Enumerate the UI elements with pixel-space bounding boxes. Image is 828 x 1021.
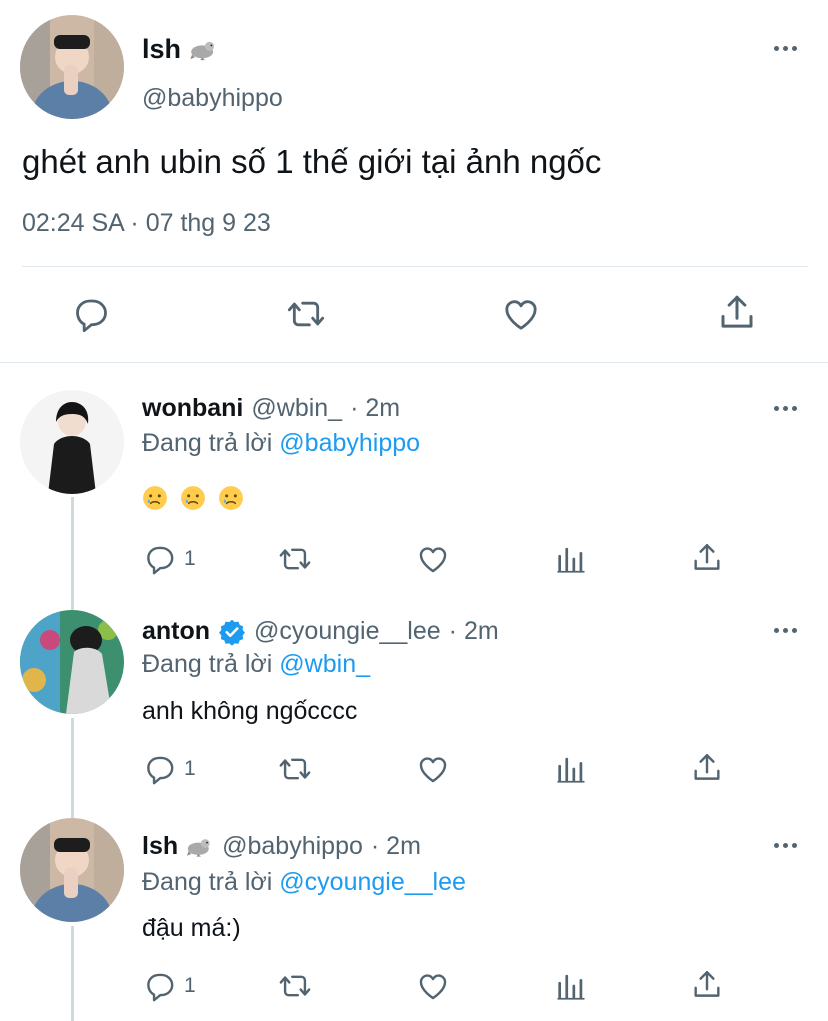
share-icon	[690, 968, 724, 1002]
like-button[interactable]	[415, 542, 451, 576]
replying-to-link[interactable]: @wbin_	[279, 650, 370, 678]
heart-icon	[500, 294, 542, 334]
heart-icon	[415, 752, 451, 786]
share-button[interactable]	[690, 541, 724, 575]
replying-to-link[interactable]: @cyoungie__lee	[279, 868, 466, 896]
retweet-icon	[284, 294, 328, 334]
avatar-main[interactable]	[20, 15, 124, 119]
view-stats-button[interactable]	[554, 752, 588, 786]
share-icon	[690, 751, 724, 785]
reply-3-author-name[interactable]: lsh	[142, 832, 178, 861]
reply-button[interactable]: 1	[142, 542, 196, 576]
reply-3-replying-to: Đang trả lời @cyoungie__lee	[142, 868, 466, 897]
divider	[22, 266, 808, 267]
replying-prefix: Đang trả lời	[142, 868, 273, 896]
reply-icon	[142, 542, 176, 576]
divider	[0, 362, 828, 363]
share-button[interactable]	[690, 751, 724, 785]
heart-icon	[415, 542, 451, 576]
main-author-handle[interactable]: @babyhippo	[142, 84, 283, 113]
reply-icon	[70, 294, 110, 334]
reply-count: 1	[184, 974, 196, 997]
avatar-reply-3[interactable]	[20, 818, 124, 922]
retweet-button[interactable]	[276, 969, 314, 1003]
reply-2-header: anton @cyoungie__lee · 2m	[142, 617, 499, 646]
more-options-button[interactable]	[770, 42, 800, 54]
reply-2-author-handle[interactable]: @cyoungie__lee	[254, 617, 441, 646]
stats-icon	[554, 969, 588, 1003]
thread-line	[71, 718, 74, 818]
thread-line	[71, 926, 74, 1021]
reply-1-time[interactable]: · 2m	[350, 394, 400, 423]
retweet-icon	[276, 542, 314, 576]
share-icon	[690, 541, 724, 575]
reply-3-text: đậu má:)	[142, 914, 241, 942]
more-options-button[interactable]	[770, 624, 800, 636]
reply-button[interactable]	[70, 294, 110, 334]
seal-emoji-icon	[186, 836, 214, 858]
retweet-button[interactable]	[276, 542, 314, 576]
reply-1-author-name[interactable]: wonbani	[142, 394, 243, 423]
heart-icon	[415, 969, 451, 1003]
reply-count: 1	[184, 547, 196, 570]
share-icon	[716, 292, 758, 334]
share-button[interactable]	[716, 292, 758, 334]
avatar-reply-2[interactable]	[20, 610, 124, 714]
tweet-timestamp[interactable]: 02:24 SA · 07 thg 9 23	[22, 209, 271, 238]
reply-1-replying-to: Đang trả lời @babyhippo	[142, 429, 420, 458]
like-button[interactable]	[415, 969, 451, 1003]
reply-2-author-name[interactable]: anton	[142, 617, 210, 646]
reply-1-header: wonbani @wbin_ · 2m	[142, 394, 400, 423]
more-options-button[interactable]	[770, 839, 800, 851]
view-stats-button[interactable]	[554, 969, 588, 1003]
seal-emoji-icon	[189, 39, 219, 61]
reply-3-author-handle[interactable]: @babyhippo	[222, 832, 363, 861]
retweet-icon	[276, 752, 314, 786]
thread-line	[71, 497, 74, 610]
replying-to-link[interactable]: @babyhippo	[279, 429, 420, 457]
crying-face-emoji-icon	[180, 485, 206, 511]
reply-3-header: lsh @babyhippo · 2m	[142, 832, 421, 861]
reply-2-replying-to: Đang trả lời @wbin_	[142, 650, 370, 679]
retweet-button[interactable]	[276, 752, 314, 786]
replying-prefix: Đang trả lời	[142, 650, 273, 678]
like-button[interactable]	[500, 294, 542, 334]
reply-icon	[142, 752, 176, 786]
reply-2-text: anh không ngốcccc	[142, 697, 358, 725]
reply-1-author-handle[interactable]: @wbin_	[251, 394, 342, 423]
replying-prefix: Đang trả lời	[142, 429, 273, 457]
main-author-name[interactable]: lsh	[142, 34, 181, 65]
more-options-button[interactable]	[770, 402, 800, 414]
view-stats-button[interactable]	[554, 542, 588, 576]
reply-icon	[142, 969, 176, 1003]
stats-icon	[554, 542, 588, 576]
reply-button[interactable]: 1	[142, 752, 196, 786]
crying-face-emoji-icon	[142, 485, 168, 511]
retweet-icon	[276, 969, 314, 1003]
reply-1-text	[142, 485, 244, 511]
verified-badge-icon	[218, 618, 246, 646]
reply-3-time[interactable]: · 2m	[371, 832, 421, 861]
stats-icon	[554, 752, 588, 786]
like-button[interactable]	[415, 752, 451, 786]
reply-count: 1	[184, 757, 196, 780]
tweet-text: ghét anh ubin số 1 thế giới tại ảnh ngốc	[22, 143, 602, 180]
reply-2-time[interactable]: · 2m	[449, 617, 499, 646]
crying-face-emoji-icon	[218, 485, 244, 511]
retweet-button[interactable]	[284, 294, 328, 334]
reply-button[interactable]: 1	[142, 969, 196, 1003]
main-author[interactable]: lsh	[142, 34, 219, 65]
share-button[interactable]	[690, 968, 724, 1002]
avatar-reply-1[interactable]	[20, 390, 124, 494]
